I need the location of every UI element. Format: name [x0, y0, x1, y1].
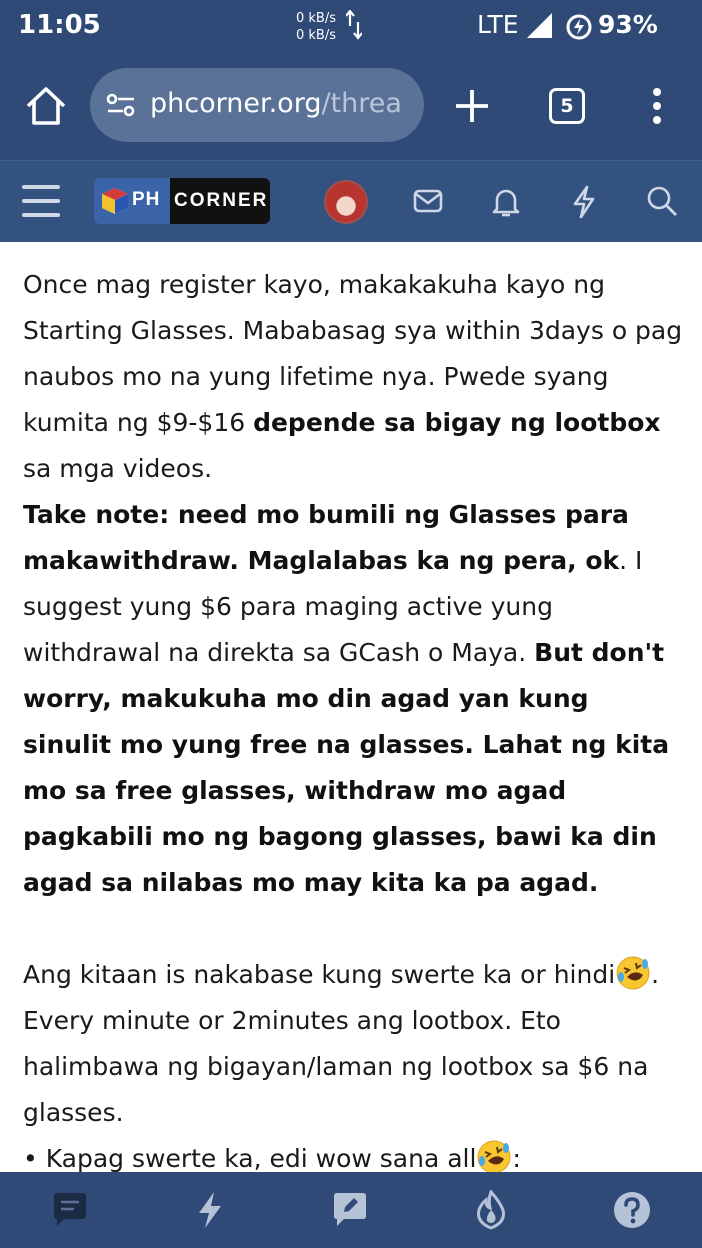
help-icon[interactable]	[612, 1190, 652, 1230]
post-paragraph: Take note: need mo bumili ng Glasses par…	[23, 500, 670, 897]
chat-icon[interactable]	[50, 1190, 90, 1230]
status-time: 11:05	[18, 10, 101, 40]
inbox-icon[interactable]	[412, 185, 444, 217]
url-text[interactable]: phcorner.org/threa	[150, 88, 402, 119]
lightning-icon[interactable]	[192, 1190, 228, 1230]
logo-cube-icon	[102, 188, 128, 214]
post-body: Once mag register kayo, makakakuha kayo …	[23, 262, 683, 1182]
address-bar[interactable]: phcorner.org/threa	[90, 68, 424, 142]
user-avatar[interactable]	[324, 180, 368, 224]
rolling-on-floor-laughing-emoji-icon	[616, 956, 650, 990]
battery-percent: 93%	[598, 10, 658, 39]
tab-switcher-button[interactable]: 5	[549, 88, 585, 124]
menu-icon[interactable]	[22, 183, 60, 219]
network-type: LTE	[477, 10, 519, 39]
battery-saver-icon	[566, 14, 592, 40]
rolling-on-floor-laughing-emoji-icon	[477, 1140, 511, 1174]
post-paragraph: Ang kitaan is nakabase kung swerte ka or…	[23, 952, 683, 1136]
bottom-navigation	[0, 1172, 702, 1248]
fire-icon[interactable]	[472, 1190, 510, 1230]
status-bar: 11:05 0 kB/s 0 kB/s LTE 93%	[0, 0, 702, 54]
data-transfer-icon	[346, 10, 362, 40]
site-navigation: PH CORNER	[0, 160, 702, 242]
browser-toolbar: phcorner.org/threa 5	[0, 54, 702, 160]
bell-icon[interactable]	[490, 185, 522, 219]
signal-icon	[527, 13, 552, 38]
lightning-icon[interactable]	[568, 185, 600, 219]
site-settings-icon[interactable]	[106, 92, 136, 118]
home-icon[interactable]	[24, 84, 68, 128]
site-logo[interactable]: PH CORNER	[94, 178, 270, 224]
network-speed: 0 kB/s 0 kB/s	[296, 11, 337, 43]
more-options-icon[interactable]	[646, 86, 668, 126]
new-tab-icon[interactable]	[452, 86, 492, 126]
post-paragraph: Once mag register kayo, makakakuha kayo …	[23, 270, 683, 483]
search-icon[interactable]	[646, 185, 678, 217]
compose-icon[interactable]	[330, 1190, 370, 1230]
